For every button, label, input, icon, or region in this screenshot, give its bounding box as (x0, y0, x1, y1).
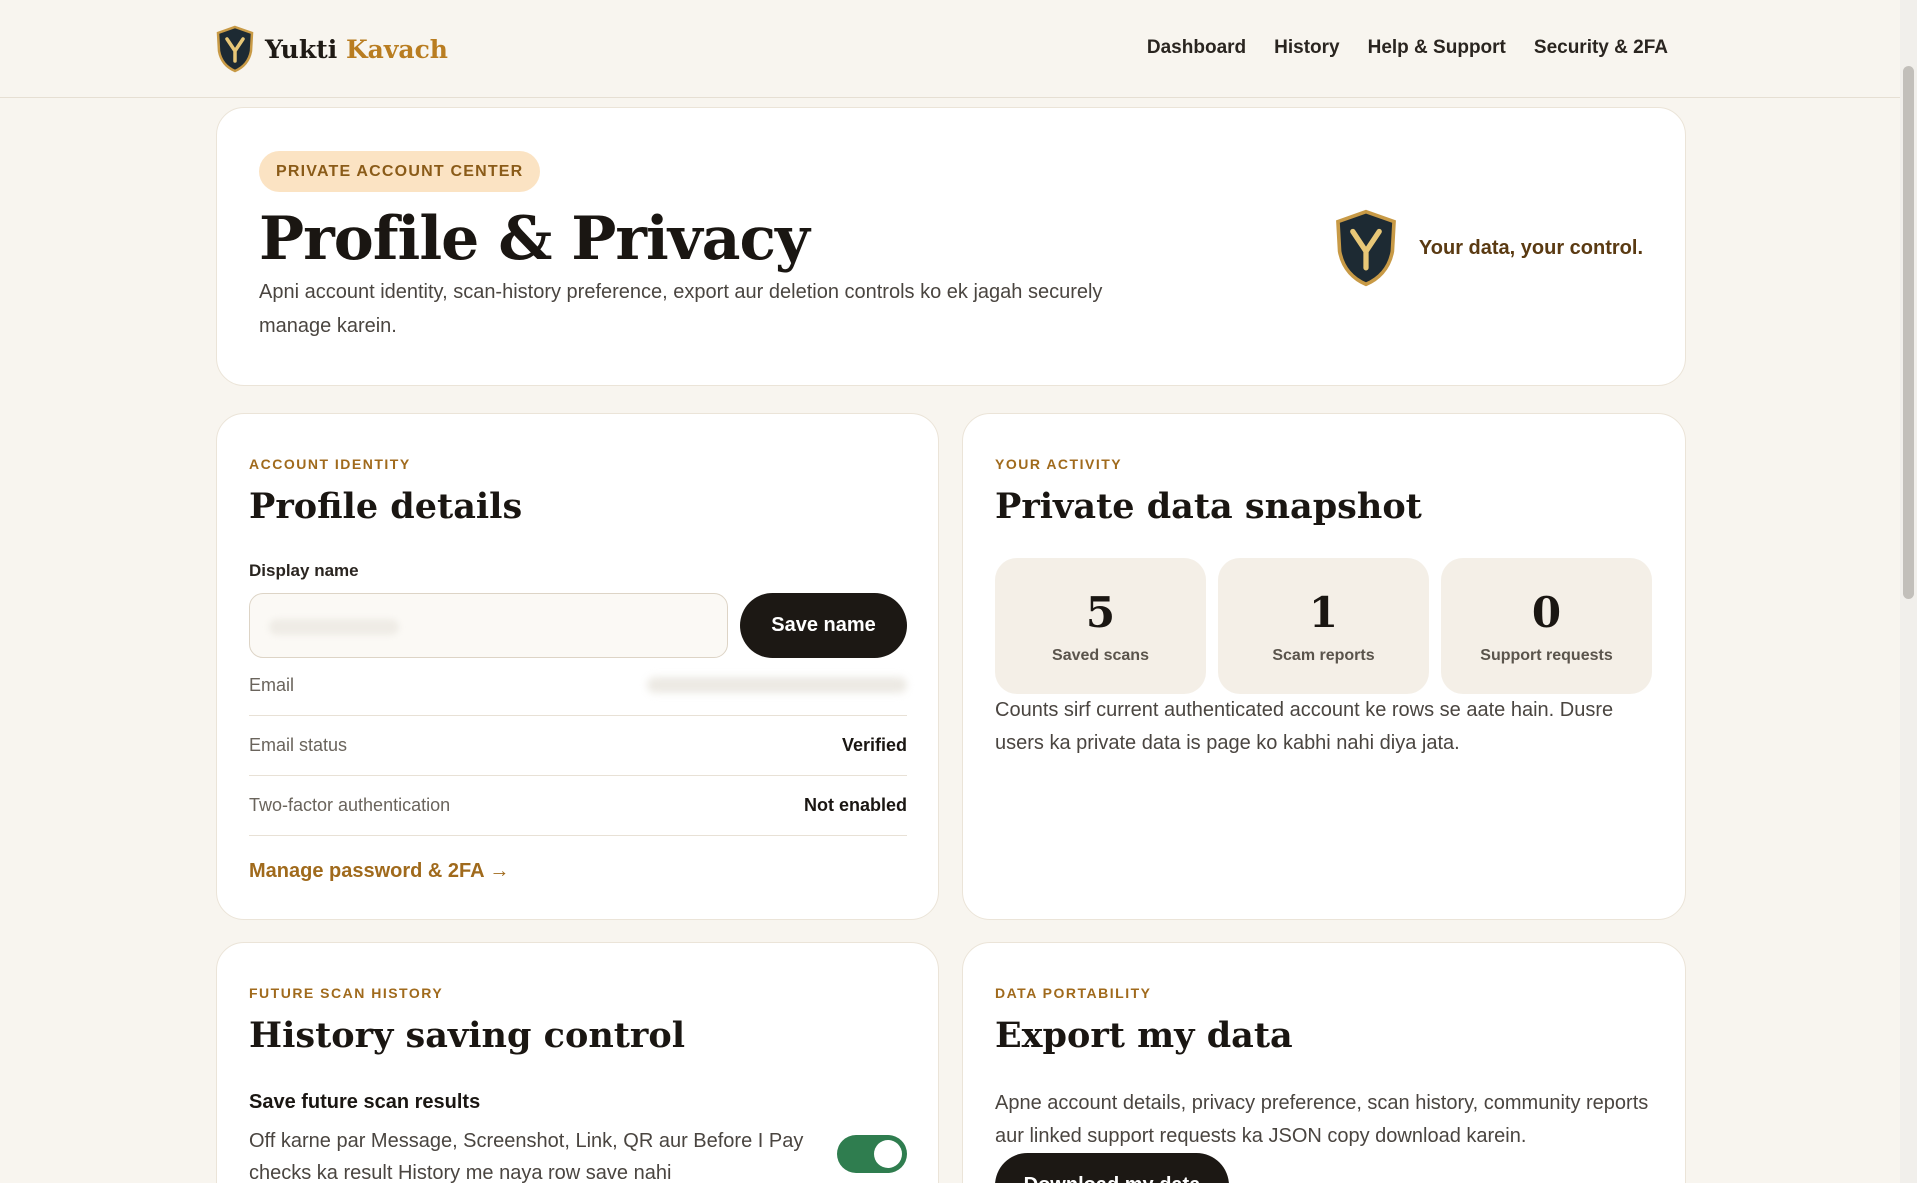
hero-card: PRIVATE ACCOUNT CENTER Profile & Privacy… (216, 107, 1686, 386)
display-name-redacted (269, 619, 399, 635)
save-name-button[interactable]: Save name (740, 593, 907, 658)
manage-password-2fa-link[interactable]: Manage password & 2FA → (249, 860, 509, 883)
stat-value: 0 (1531, 587, 1562, 637)
shield-logo-icon (216, 25, 254, 73)
download-data-button[interactable]: Download my data (995, 1153, 1229, 1183)
row-divider (249, 835, 907, 836)
stat-label: Scam reports (1272, 646, 1375, 664)
export-data-card: DATA PORTABILITY Export my data Apne acc… (962, 942, 1686, 1183)
history-title: History saving control (249, 1015, 686, 1056)
hero-badge: Your data, your control. (1333, 208, 1643, 288)
history-eyebrow: FUTURE SCAN HISTORY (249, 985, 444, 1001)
export-title: Export my data (995, 1015, 1293, 1056)
display-name-label: Display name (249, 561, 359, 580)
profile-eyebrow: ACCOUNT IDENTITY (249, 456, 411, 472)
nav-security-2fa[interactable]: Security & 2FA (1534, 37, 1668, 59)
export-description: Apne account details, privacy preference… (995, 1092, 1649, 1147)
nav-help-support[interactable]: Help & Support (1368, 37, 1506, 59)
stat-support-requests: 0 Support requests (1441, 558, 1652, 694)
profile-details-card: ACCOUNT IDENTITY Profile details Display… (216, 413, 939, 920)
nav-dashboard[interactable]: Dashboard (1147, 37, 1246, 59)
scrollbar-thumb[interactable] (1903, 66, 1914, 599)
save-history-description: Off karne par Message, Screenshot, Link,… (249, 1130, 804, 1183)
email-status-row: Email status Verified (249, 715, 907, 775)
activity-title: Private data snapshot (995, 486, 1422, 527)
main-nav: Dashboard History Help & Support Securit… (1147, 37, 1668, 59)
brand-name: Yukti Kavach (265, 34, 448, 64)
profile-title: Profile details (249, 486, 523, 527)
stat-saved-scans: 5 Saved scans (995, 558, 1206, 694)
page-title: Profile & Privacy (259, 204, 810, 274)
stat-value: 1 (1308, 587, 1339, 637)
email-status-label: Email status (249, 734, 348, 755)
activity-eyebrow: YOUR ACTIVITY (995, 456, 1123, 472)
stat-label: Support requests (1480, 646, 1613, 664)
stat-value: 5 (1085, 587, 1116, 637)
account-center-pill: PRIVATE ACCOUNT CENTER (259, 151, 541, 192)
two-factor-row: Two-factor authentication Not enabled (249, 775, 907, 835)
stat-label: Saved scans (1052, 646, 1149, 664)
email-status-value: Verified (841, 734, 907, 755)
two-factor-label: Two-factor authentication (249, 794, 451, 815)
shield-badge-icon (1335, 209, 1396, 287)
stat-scam-reports: 1 Scam reports (1218, 558, 1429, 694)
toggle-knob (874, 1140, 902, 1168)
top-navbar: Yukti Kavach Dashboard History Help & Su… (0, 0, 1900, 98)
activity-snapshot-card: YOUR ACTIVITY Private data snapshot 5 Sa… (962, 413, 1686, 920)
hero-tagline: Your data, your control. (1418, 236, 1643, 259)
page-scrollbar[interactable] (1900, 0, 1917, 1183)
email-value-redacted (647, 677, 907, 693)
two-factor-value: Not enabled (803, 794, 907, 815)
email-label: Email (249, 674, 295, 695)
save-history-toggle[interactable] (837, 1135, 907, 1173)
save-history-subhead: Save future scan results (249, 1091, 481, 1113)
history-saving-card: FUTURE SCAN HISTORY History saving contr… (216, 942, 939, 1183)
export-eyebrow: DATA PORTABILITY (995, 985, 1152, 1001)
email-row: Email (249, 655, 907, 715)
snapshot-note: Counts sirf current authenticated accoun… (995, 699, 1614, 754)
hero-description: Apni account identity, scan-history pref… (259, 281, 1103, 337)
stats-grid: 5 Saved scans 1 Scam reports 0 Support r… (995, 558, 1652, 694)
brand-logo-link[interactable]: Yukti Kavach (215, 25, 448, 73)
nav-history[interactable]: History (1274, 37, 1339, 59)
